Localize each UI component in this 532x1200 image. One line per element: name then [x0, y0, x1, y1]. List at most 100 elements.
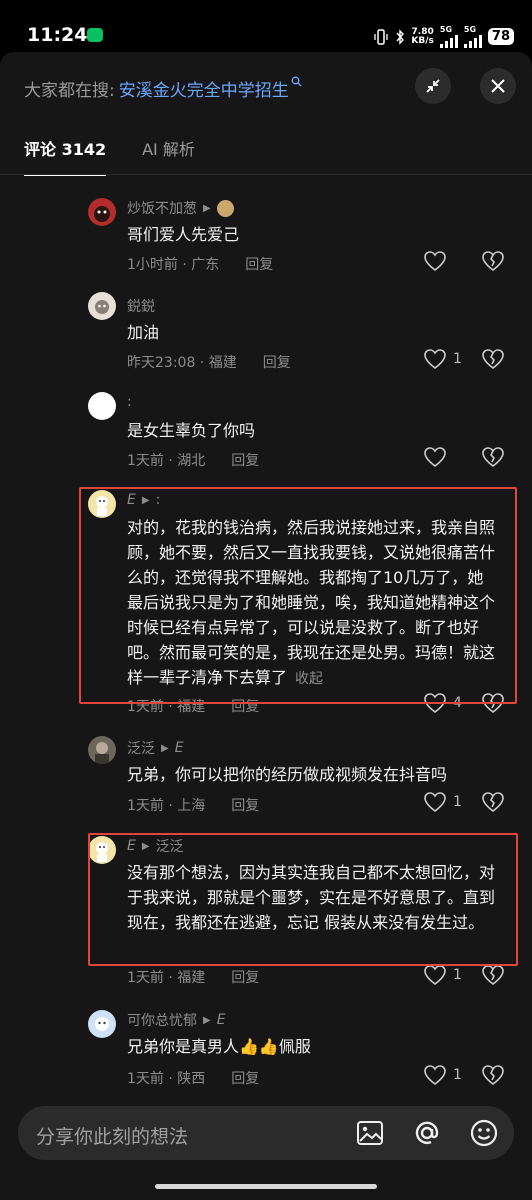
comment-time-location: 1天前 · 湖北	[127, 453, 206, 469]
comment-time-location: 昨天23:08 · 福建	[127, 355, 237, 371]
reply-arrow-icon: ▶	[161, 742, 169, 754]
comment-author[interactable]: 可你总忧郁	[127, 1010, 197, 1030]
signal-2: 5G	[463, 25, 482, 48]
signal-bars-icon	[463, 34, 482, 48]
avatar[interactable]	[88, 736, 116, 764]
comment-meta: 1天前 · 湖北 回复	[127, 450, 259, 470]
dislike-button[interactable]	[481, 1064, 505, 1090]
broken-heart-icon	[482, 792, 504, 813]
avatar[interactable]	[88, 292, 116, 320]
emoji-button[interactable]	[468, 1117, 500, 1149]
dislike-button[interactable]	[481, 348, 505, 374]
battery-indicator: 78	[487, 28, 514, 45]
like-count: 1	[453, 351, 462, 367]
close-icon	[491, 79, 505, 93]
like-count: 1	[453, 794, 462, 810]
comment-author[interactable]: 鋭鋭	[127, 296, 155, 316]
dislike-button[interactable]	[481, 446, 505, 472]
heart-icon	[424, 349, 446, 370]
avatar[interactable]	[88, 392, 116, 420]
reply-button[interactable]: 回复	[245, 254, 273, 274]
comment-meta: 昨天23:08 · 福建 回复	[127, 352, 291, 372]
trending-search-query[interactable]: 安溪金火完全中学招生	[119, 81, 289, 101]
comment-author[interactable]: 泛泛	[127, 738, 155, 758]
comment-author-line: 可你总忧郁 ▶ E	[127, 1010, 226, 1030]
like-button[interactable]: 1	[423, 791, 462, 813]
collapse-button[interactable]	[415, 68, 451, 104]
comment-author[interactable]: 炒饭不加葱	[127, 198, 197, 218]
signal-1: 5G	[439, 25, 458, 48]
tab-comments[interactable]: 评论 3142	[24, 136, 107, 176]
tab-ai-analysis[interactable]: AI 解析	[142, 136, 195, 176]
like-button[interactable]: 1	[423, 1064, 462, 1086]
clock: 11:24	[27, 24, 88, 46]
trending-search-label: 大家都在搜:	[24, 81, 115, 101]
avatar[interactable]	[88, 1010, 116, 1038]
broken-heart-icon	[482, 447, 504, 468]
comment-meta: 1天前 · 上海 回复	[127, 795, 259, 815]
comment-author[interactable]: :	[127, 394, 132, 410]
comment-tabs: 评论 3142 AI 解析	[24, 136, 195, 176]
comment-input-bar: 分享你此刻的想法	[0, 1090, 532, 1200]
highlight-box	[88, 833, 518, 966]
heart-icon	[424, 1065, 446, 1086]
like-button[interactable]	[423, 250, 453, 272]
reply-button[interactable]: 回复	[231, 450, 259, 470]
comment-text: 哥们爱人先爱己	[127, 225, 240, 244]
broken-heart-icon	[482, 251, 504, 272]
broken-heart-icon	[482, 349, 504, 370]
broken-heart-icon	[482, 1065, 504, 1086]
vibrate-icon	[374, 28, 389, 45]
wechat-icon	[87, 28, 103, 42]
network-speed: 7.80 KB/s	[411, 26, 434, 46]
comment-text: 加油	[127, 323, 160, 342]
home-indicator[interactable]	[155, 1184, 377, 1189]
dislike-button[interactable]	[481, 964, 505, 990]
search-icon	[291, 76, 302, 87]
comment-text: 是女生辜负了你吗	[127, 421, 256, 440]
image-button[interactable]	[354, 1117, 386, 1149]
reply-target[interactable]: E	[175, 740, 184, 756]
dislike-button[interactable]	[481, 250, 505, 276]
avatar[interactable]	[88, 198, 116, 226]
comment-meta: 1小时前 · 广东 回复	[127, 254, 273, 274]
reply-button[interactable]: 回复	[231, 967, 259, 987]
comment-text: 兄弟你是真男人👍👍佩服	[127, 1037, 311, 1056]
comment-author-line: :	[127, 394, 132, 410]
emoji-icon	[470, 1119, 498, 1147]
comment-input[interactable]: 分享你此刻的想法	[18, 1106, 514, 1160]
heart-icon	[424, 447, 446, 468]
bluetooth-icon	[396, 28, 405, 45]
signal-bars-icon	[439, 34, 458, 48]
like-button[interactable]: 1	[423, 964, 462, 986]
comment-time-location: 1天前 · 陕西	[127, 1071, 206, 1087]
comment-input-placeholder: 分享你此刻的想法	[36, 1126, 189, 1148]
comment-time-location: 1天前 · 福建	[127, 970, 206, 986]
tab-divider	[0, 174, 532, 175]
reply-button[interactable]: 回复	[231, 795, 259, 815]
comment-meta: 1天前 · 陕西 回复	[127, 1068, 259, 1088]
comment-author-line: 泛泛 ▶ E	[127, 738, 184, 758]
trending-search[interactable]: 大家都在搜: 安溪金火完全中学招生	[24, 76, 302, 101]
like-button[interactable]	[423, 446, 453, 468]
dislike-button[interactable]	[481, 791, 505, 817]
comment-author-line: 鋭鋭	[127, 296, 155, 316]
status-indicators: 7.80 KB/s 5G 5G 78	[373, 25, 514, 48]
status-bar: 11:24 7.80 KB/s 5G 5G 78	[0, 0, 532, 60]
like-count: 1	[453, 967, 462, 983]
close-button[interactable]	[480, 68, 516, 104]
like-button[interactable]: 1	[423, 348, 462, 370]
heart-icon	[424, 792, 446, 813]
reply-button[interactable]: 回复	[263, 352, 291, 372]
heart-icon	[424, 965, 446, 986]
comment-time-location: 1天前 · 上海	[127, 798, 206, 814]
broken-heart-icon	[482, 965, 504, 986]
comment-meta: 1天前 · 福建 回复	[127, 967, 259, 987]
comment-text: 兄弟，你可以把你的经历做成视频发在抖音吗	[127, 765, 448, 784]
collapse-icon	[426, 79, 440, 93]
reply-target[interactable]: E	[217, 1012, 226, 1028]
image-icon	[357, 1121, 383, 1145]
like-count: 1	[453, 1067, 462, 1083]
reply-button[interactable]: 回复	[231, 1068, 259, 1088]
mention-button[interactable]	[411, 1117, 443, 1149]
